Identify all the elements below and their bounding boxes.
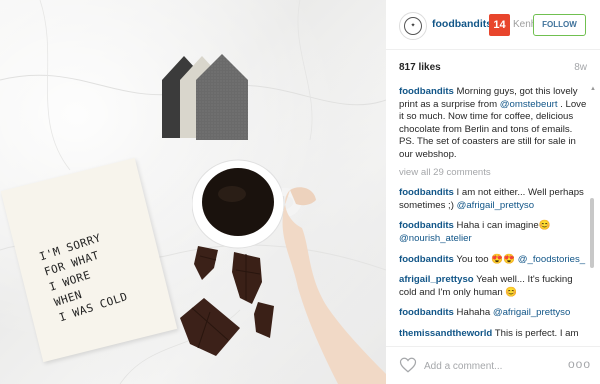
list-item: foodbandits You too 😍😍 @_foodstories_ bbox=[399, 254, 589, 267]
post-footer: ooo bbox=[386, 346, 600, 384]
comment-mention[interactable]: @_foodstories_ bbox=[518, 254, 585, 265]
chocolate-piece bbox=[254, 302, 274, 338]
hand bbox=[282, 187, 386, 384]
post-photo[interactable]: I'M SORRY FOR WHAT I WORE WHEN I WAS COL… bbox=[0, 0, 386, 384]
comment-text: Hahaha bbox=[453, 307, 493, 319]
avatar-logo: ✦ bbox=[404, 17, 422, 35]
add-comment-input[interactable] bbox=[424, 359, 554, 373]
felt-coasters bbox=[162, 54, 248, 140]
comment-list: foodbandits Morning guys, got this lovel… bbox=[399, 86, 589, 342]
avatar[interactable]: ✦ bbox=[399, 12, 427, 40]
chocolate-piece bbox=[180, 298, 240, 356]
chocolate-piece bbox=[194, 246, 218, 280]
watermark-badge: 14 bbox=[489, 14, 510, 36]
list-item: foodbandits I am not either... Well perh… bbox=[399, 187, 589, 212]
view-all-comments-link[interactable]: view all 29 comments bbox=[399, 167, 589, 180]
comment-text: You too 😍😍 bbox=[453, 253, 518, 265]
comment-mention[interactable]: @afrigail_prettyso bbox=[493, 307, 570, 318]
comment-scrollbar[interactable]: ▲ bbox=[590, 86, 596, 338]
comment-username[interactable]: foodbandits bbox=[399, 187, 454, 198]
list-item: afrigail_prettyso Yeah well... It's fuck… bbox=[399, 274, 589, 299]
header-username[interactable]: foodbandits bbox=[432, 18, 492, 30]
comment-username[interactable]: foodbandits bbox=[399, 307, 454, 318]
heart-icon[interactable] bbox=[399, 356, 417, 374]
caption: foodbandits Morning guys, got this lovel… bbox=[399, 86, 589, 162]
more-options-icon[interactable]: ooo bbox=[568, 357, 591, 371]
scroll-up-icon[interactable]: ▲ bbox=[590, 86, 596, 92]
comment-mention[interactable]: @afrigail_prettyso bbox=[457, 200, 534, 211]
caption-username[interactable]: foodbandits bbox=[399, 86, 454, 97]
likes-count[interactable]: 817 likes bbox=[399, 62, 441, 73]
list-item: themissandtheworld This is perfect. I am… bbox=[399, 328, 589, 342]
post-sidebar: ✦ foodbandits 14 Kenh14.vn FOLLOW 817 li… bbox=[386, 0, 600, 384]
comment-username[interactable]: foodbandits bbox=[399, 220, 454, 231]
comment-mention[interactable]: @nourish_atelier bbox=[399, 233, 472, 244]
comment-username[interactable]: afrigail_prettyso bbox=[399, 274, 474, 285]
likes-row: 817 likes 8w bbox=[399, 62, 587, 76]
print-card-text: I'M SORRY FOR WHAT I WORE WHEN I WAS COL… bbox=[37, 231, 130, 325]
post-header: ✦ foodbandits 14 Kenh14.vn FOLLOW bbox=[386, 0, 600, 50]
list-item: foodbandits Haha i can imagine😊 @nourish… bbox=[399, 220, 589, 245]
list-item: foodbandits Hahaha @afrigail_prettyso bbox=[399, 307, 589, 320]
caption-mention[interactable]: @omstebeurt bbox=[500, 99, 558, 110]
post-age[interactable]: 8w bbox=[574, 62, 587, 73]
scroll-thumb[interactable] bbox=[590, 198, 594, 268]
comment-text: Haha i can imagine😊 bbox=[453, 220, 551, 232]
chocolate-piece bbox=[232, 252, 262, 304]
comment-username[interactable]: foodbandits bbox=[399, 254, 454, 265]
comment-username[interactable]: themissandtheworld bbox=[399, 328, 492, 339]
follow-button[interactable]: FOLLOW bbox=[533, 14, 586, 36]
